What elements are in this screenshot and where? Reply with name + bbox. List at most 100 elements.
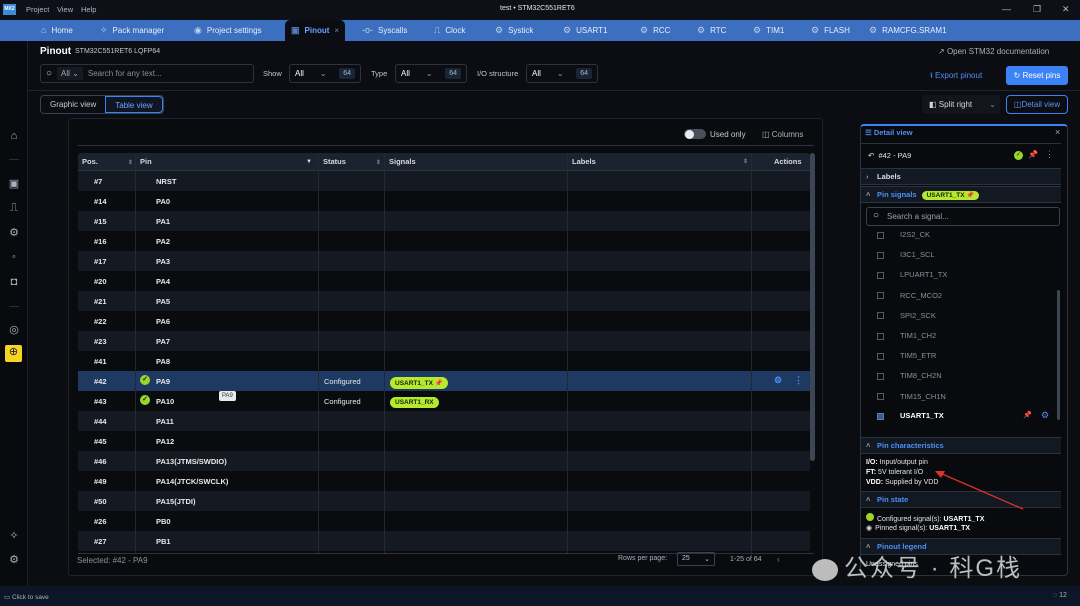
chip-icon[interactable]: ▣: [7, 177, 21, 191]
columns-button[interactable]: ◫ Columns: [762, 130, 803, 139]
tab-rcc[interactable]: ⚙ RCC: [640, 20, 670, 41]
home-icon[interactable]: ⌂: [7, 129, 21, 143]
labels-section[interactable]: › Labels: [861, 168, 1061, 185]
table-row[interactable]: #44 PA11: [78, 411, 810, 431]
signal-search-input[interactable]: ○ Search a signal...: [866, 207, 1060, 226]
export-pinout-button[interactable]: ⭱ Export pinout: [930, 70, 982, 84]
table-row[interactable]: #15 PA1: [78, 211, 810, 231]
settings-icon[interactable]: ⚙: [7, 553, 21, 567]
signal-pill[interactable]: USART1_RX: [390, 397, 439, 408]
tab-pinout[interactable]: ▣ Pinout ×: [285, 20, 346, 41]
used-only-toggle[interactable]: [684, 129, 706, 139]
signal-item-usart1-tx[interactable]: USART1_TX: [877, 411, 944, 420]
split-right-button[interactable]: ◧ Split right ⌄: [922, 95, 1000, 114]
table-row[interactable]: #46 PA13(JTMS/SWDIO): [78, 451, 810, 471]
signal-item[interactable]: I3C1_SCL: [877, 250, 935, 259]
tab-home[interactable]: ⌂ Home: [41, 20, 73, 41]
detail-scrollbar[interactable]: [1057, 290, 1060, 420]
undo-icon[interactable]: ↶: [868, 151, 876, 160]
checkbox[interactable]: [877, 372, 884, 380]
pin-signals-section[interactable]: ˄ Pin signals USART1_TX 📌: [861, 186, 1061, 203]
tab-project-settings[interactable]: ◉ Project settings: [194, 20, 262, 41]
tab-tim1[interactable]: ⚙ TIM1: [753, 20, 784, 41]
table-row[interactable]: #49 PA14(JTCK/SWCLK): [78, 471, 810, 491]
prev-page-button[interactable]: ‹: [777, 554, 780, 564]
signal-item[interactable]: SPI2_SCK: [877, 311, 936, 320]
minimize-button[interactable]: —: [1002, 4, 1011, 14]
checkbox-checked[interactable]: [877, 412, 884, 420]
table-row[interactable]: #50 PA15(JTDI): [78, 491, 810, 511]
sort-icon[interactable]: ⇕: [128, 160, 133, 166]
extensions-icon[interactable]: ✧: [7, 529, 21, 543]
sort-desc-icon[interactable]: ▼: [306, 153, 312, 171]
table-row[interactable]: #22 PA6: [78, 311, 810, 331]
save-status[interactable]: ▭ Click to save: [4, 593, 49, 601]
close-detail-button[interactable]: ×: [1055, 127, 1060, 137]
target-icon[interactable]: ◎: [7, 323, 21, 337]
checkbox[interactable]: [877, 271, 884, 279]
graphic-view-button[interactable]: Graphic view: [41, 96, 105, 113]
tab-syscalls[interactable]: -o- Syscalls: [362, 20, 407, 41]
tab-clock[interactable]: ⎍ Clock: [434, 20, 465, 41]
clock-wave-icon[interactable]: ⎍: [7, 201, 21, 215]
peripheral-icon[interactable]: ⚙: [7, 226, 21, 240]
checkbox[interactable]: [877, 231, 884, 239]
pin-characteristics-section[interactable]: ˄ Pin characteristics: [861, 437, 1061, 454]
signal-pill[interactable]: USART1_TX 📌: [390, 377, 448, 389]
signal-item[interactable]: RCC_MCO2: [877, 291, 942, 300]
checkbox[interactable]: [877, 332, 884, 340]
table-row[interactable]: #26 PB0: [78, 511, 810, 531]
table-row[interactable]: #21 PA5: [78, 291, 810, 311]
pin-icon[interactable]: 📌: [1023, 411, 1032, 419]
show-select[interactable]: All ⌄ 64: [289, 64, 361, 83]
column-header-labels[interactable]: Labels ⇕: [572, 153, 748, 171]
tab-flash[interactable]: ⚙ FLASH: [811, 20, 850, 41]
tab-rtc[interactable]: ⚙ RTC: [697, 20, 726, 41]
search-input[interactable]: ○ All ⌄ Search for any text...: [40, 64, 254, 83]
table-row[interactable]: #45 PA12: [78, 431, 810, 451]
checkbox[interactable]: [877, 292, 884, 300]
open-documentation-link[interactable]: ↗ Open STM32 documentation: [938, 47, 1049, 56]
detail-view-button[interactable]: ◫Detail view: [1006, 95, 1068, 114]
signal-item[interactable]: I2S2_CK: [877, 230, 930, 239]
close-tab-icon[interactable]: ×: [334, 20, 339, 41]
signal-item[interactable]: TIM15_CH1N: [877, 392, 946, 401]
table-row[interactable]: #20 PA4: [78, 271, 810, 291]
board-icon[interactable]: ◘: [7, 275, 21, 289]
table-row[interactable]: #14 PA0: [78, 191, 810, 211]
more-options-icon[interactable]: ⋮: [794, 375, 803, 386]
close-window-button[interactable]: ✕: [1062, 4, 1070, 15]
notifications-button[interactable]: ◌ 12: [1053, 592, 1067, 599]
tab-systick[interactable]: ⚙ Systick: [495, 20, 533, 41]
table-row[interactable]: #43 ✓ PA10 Configured USART1_RX: [78, 391, 810, 411]
more-options-icon[interactable]: ⋮: [1045, 149, 1054, 160]
search-scope-select[interactable]: All ⌄: [57, 67, 83, 80]
checkbox[interactable]: [877, 312, 884, 320]
column-header-signals[interactable]: Signals: [389, 153, 416, 171]
table-row[interactable]: #42 ✓ PA9 Configured USART1_TX 📌 ⚙ ⋮: [78, 371, 810, 391]
sort-icon[interactable]: ⇕: [376, 160, 381, 166]
maximize-button[interactable]: ❐: [1033, 4, 1041, 15]
table-row[interactable]: #41 PA8: [78, 351, 810, 371]
gear-icon[interactable]: ⚙: [774, 375, 782, 386]
column-header-pin[interactable]: Pin ▼: [140, 153, 314, 171]
menu-view[interactable]: View: [57, 5, 73, 14]
reset-pins-button[interactable]: ↻ Reset pins: [1006, 66, 1068, 85]
checkbox[interactable]: [877, 352, 884, 360]
gear-icon[interactable]: ⚙: [1041, 410, 1049, 421]
chevron-down-icon[interactable]: ⌄: [989, 95, 996, 114]
tab-usart1[interactable]: ⚙ USART1: [563, 20, 608, 41]
table-view-button[interactable]: Table view: [105, 96, 163, 113]
table-row[interactable]: #27 PB1: [78, 531, 810, 551]
io-structure-select[interactable]: All ⌄ 64: [526, 64, 598, 83]
sort-icon[interactable]: ⇕: [743, 153, 748, 171]
checkbox[interactable]: [877, 251, 884, 259]
update-icon[interactable]: ⊕: [5, 345, 22, 362]
pin-icon[interactable]: 📌: [1028, 150, 1038, 159]
menu-project[interactable]: Project: [26, 5, 49, 14]
table-row[interactable]: #7 NRST: [78, 171, 810, 191]
column-header-status[interactable]: Status ⇕: [323, 153, 381, 171]
signal-item[interactable]: TIM1_CH2: [877, 331, 936, 340]
signal-item[interactable]: TIM8_CH2N: [877, 371, 942, 380]
tab-ramcfg-sram1[interactable]: ⚙ RAMCFG.SRAM1: [869, 20, 947, 41]
